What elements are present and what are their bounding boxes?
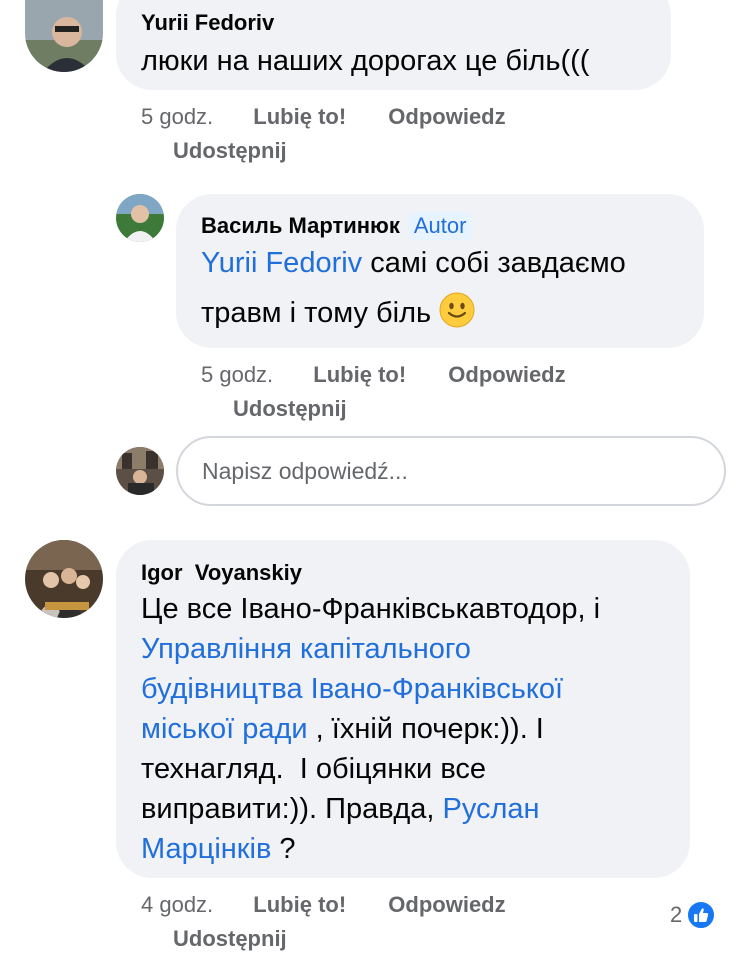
author-badge: Autor: [407, 212, 473, 240]
comment-text-line3: будівництва Івано-Франківської: [141, 670, 563, 709]
reply-text-line1: Yurii Fedoriv самі собі завдаємо: [201, 247, 626, 279]
avatar-image: [116, 194, 164, 242]
comment-text-line1: Це все Івано-Франківськавтодор, і: [141, 593, 601, 625]
comment-author[interactable]: Yurii Fedoriv: [141, 10, 274, 36]
mention-link[interactable]: Yurii Fedoriv: [201, 247, 362, 279]
comment-text-line7: Марцінків ?: [141, 833, 296, 865]
avatar-igor-voyanskiy[interactable]: [25, 540, 103, 618]
reply-button[interactable]: Odpowiedz: [388, 892, 505, 917]
reply-author-name[interactable]: Василь Мартинюк: [201, 213, 400, 238]
mention-link-ruslan[interactable]: Марцінків: [141, 833, 271, 865]
reply-button[interactable]: Odpowiedz: [388, 104, 505, 129]
share-button[interactable]: Udostępnij: [173, 138, 287, 163]
reply-button[interactable]: Odpowiedz: [448, 362, 565, 387]
like-button[interactable]: Lubię to!: [253, 892, 346, 917]
reply-author: Василь Мартинюк Autor: [201, 212, 473, 240]
comment-timestamp[interactable]: 4 godz.: [141, 892, 213, 917]
reaction-summary[interactable]: 2: [670, 900, 717, 930]
comment-timestamp[interactable]: 5 godz.: [141, 104, 213, 129]
reply-actions-row2: Udostępnij: [233, 396, 347, 422]
reply-input-container[interactable]: [176, 436, 726, 506]
mention-link-ruslan[interactable]: Руслан: [442, 793, 539, 825]
comment-text: люки на наших дорогах це біль(((: [141, 45, 590, 77]
mention-link-upravlinnia[interactable]: Управління капітального: [141, 633, 471, 665]
comment-actions: 4 godz. Lubię to! Odpowiedz: [141, 892, 506, 918]
comment-text-line2: Управління капітального: [141, 630, 471, 669]
share-button[interactable]: Udostępnij: [233, 396, 347, 421]
avatar-vasyl-martyniuk[interactable]: [116, 194, 164, 242]
reply-text-line2: травм і тому біль: [201, 292, 475, 333]
avatar-yurii-fedoriv[interactable]: [25, 0, 103, 72]
thumbs-up-icon: [686, 900, 717, 930]
current-user-avatar: [116, 447, 164, 495]
comment-actions: 5 godz. Lubię to! Odpowiedz: [141, 104, 506, 130]
comment-text-line4: міської ради , їхній почерк:)). І: [141, 713, 544, 745]
comment-text-line6: виправити:)). Правда, Руслан: [141, 793, 540, 825]
mention-link-upravlinnia[interactable]: будівництва Івано-Франківської: [141, 673, 563, 705]
reply-actions: 5 godz. Lubię to! Odpowiedz: [201, 362, 566, 388]
reaction-count: 2: [670, 902, 683, 927]
like-button[interactable]: Lubię to!: [313, 362, 406, 387]
slightly-smiling-face-icon: [439, 292, 475, 328]
share-button[interactable]: Udostępnij: [173, 926, 287, 951]
like-button[interactable]: Lubię to!: [253, 104, 346, 129]
reply-timestamp[interactable]: 5 godz.: [201, 362, 273, 387]
avatar-image: [116, 447, 164, 495]
avatar-image: [25, 540, 103, 618]
comment-author[interactable]: Igor Voyanskiy: [141, 560, 302, 586]
avatar-image: [25, 0, 103, 72]
reply-input[interactable]: [202, 458, 702, 485]
comment-text-line5: технагляд. І обіцянки все: [141, 753, 487, 785]
comment-actions-row2: Udostępnij: [173, 926, 287, 952]
mention-link-upravlinnia[interactable]: міської ради: [141, 713, 308, 745]
comment-actions-row2: Udostępnij: [173, 138, 287, 164]
